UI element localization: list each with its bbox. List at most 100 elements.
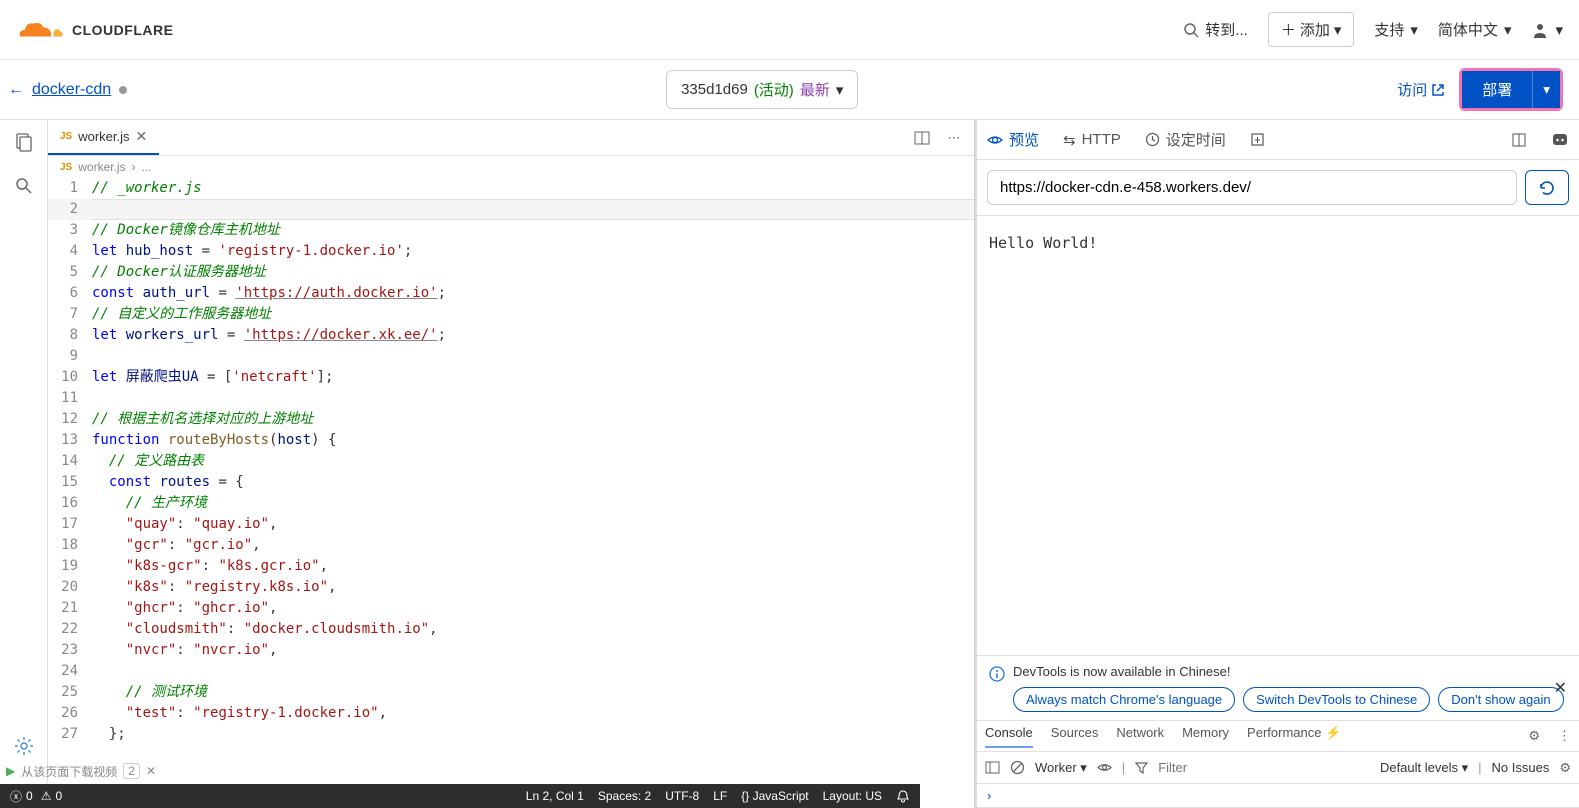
- code-line[interactable]: 9: [48, 346, 974, 367]
- code-line[interactable]: 21 "ghcr": "ghcr.io",: [48, 598, 974, 619]
- language-dropdown[interactable]: 简体中文 ▾: [1438, 19, 1512, 40]
- add-button[interactable]: ＋ 添加 ▾: [1268, 12, 1355, 47]
- cloudflare-cloud-icon: [16, 15, 66, 45]
- code-line[interactable]: 3// Docker镜像仓库主机地址: [48, 220, 974, 241]
- code-line[interactable]: 26 "test": "registry-1.docker.io",: [48, 703, 974, 724]
- context-selector[interactable]: Worker ▾: [1035, 760, 1087, 776]
- code-line[interactable]: 23 "nvcr": "nvcr.io",: [48, 640, 974, 661]
- js-file-icon: JS: [60, 162, 72, 173]
- sb-warnings[interactable]: ⚠ 0: [41, 789, 62, 803]
- tab-http[interactable]: ⇆ HTTP: [1063, 131, 1121, 149]
- close-icon[interactable]: ✕: [146, 764, 156, 778]
- tab-preview[interactable]: 预览: [987, 129, 1039, 150]
- code-line[interactable]: 2: [48, 199, 974, 220]
- notice-pill[interactable]: Always match Chrome's language: [1013, 687, 1235, 712]
- code-line[interactable]: 27 };: [48, 724, 974, 745]
- sb-bell-icon[interactable]: [896, 789, 910, 803]
- deploy-button-highlight: 部署 ▾: [1459, 68, 1563, 111]
- devtools-more-icon[interactable]: ⋮: [1558, 728, 1571, 744]
- issues-label[interactable]: No Issues: [1492, 760, 1550, 775]
- back-arrow-icon[interactable]: ←: [8, 81, 24, 99]
- sb-errors[interactable]: ⓧ 0: [10, 788, 33, 805]
- notice-message: DevTools is now available in Chinese!: [1013, 664, 1567, 679]
- devtools-settings-icon[interactable]: ⚙: [1528, 728, 1540, 744]
- code-line[interactable]: 19 "k8s-gcr": "k8s.gcr.io",: [48, 556, 974, 577]
- devtools-tab[interactable]: Sources: [1051, 725, 1099, 747]
- code-line[interactable]: 12// 根据主机名选择对应的上游地址: [48, 409, 974, 430]
- user-menu[interactable]: ▾: [1531, 21, 1563, 39]
- tab-worker-js[interactable]: JS worker.js ✕: [48, 120, 159, 155]
- docs-icon[interactable]: [1511, 132, 1527, 148]
- code-line[interactable]: 17 "quay": "quay.io",: [48, 514, 974, 535]
- sb-encoding[interactable]: UTF-8: [665, 789, 699, 803]
- sb-eol[interactable]: LF: [713, 789, 727, 803]
- console-settings-icon[interactable]: ⚙: [1559, 760, 1571, 776]
- cloudflare-logo[interactable]: CLOUDFLARE: [16, 15, 173, 45]
- preview-tabs: 预览 ⇆ HTTP 设定时间: [977, 120, 1579, 160]
- code-line[interactable]: 14 // 定义路由表: [48, 451, 974, 472]
- sb-spaces[interactable]: Spaces: 2: [598, 789, 651, 803]
- deploy-button[interactable]: 部署: [1462, 71, 1532, 108]
- devtools-tab[interactable]: Performance ⚡: [1247, 725, 1341, 747]
- sb-lang[interactable]: {} JavaScript: [741, 789, 808, 803]
- devtools-tab[interactable]: Network: [1116, 725, 1164, 747]
- code-editor[interactable]: 1// _worker.js23// Docker镜像仓库主机地址4let hu…: [48, 178, 974, 808]
- close-tab-icon[interactable]: ✕: [136, 128, 148, 145]
- breadcrumb[interactable]: JS worker.js › ...: [48, 156, 974, 178]
- info-icon: [989, 666, 1005, 682]
- discord-icon[interactable]: [1551, 131, 1569, 149]
- http-swap-icon: ⇆: [1063, 131, 1076, 149]
- code-line[interactable]: 10let 屏蔽爬虫UA = ['netcraft'];: [48, 367, 974, 388]
- visit-link[interactable]: 访问: [1397, 79, 1445, 100]
- code-line[interactable]: 24: [48, 661, 974, 682]
- devtools-tab[interactable]: Memory: [1182, 725, 1229, 747]
- code-line[interactable]: 4let hub_host = 'registry-1.docker.io';: [48, 241, 974, 262]
- code-line[interactable]: 13function routeByHosts(host) {: [48, 430, 974, 451]
- code-line[interactable]: 8let workers_url = 'https://docker.xk.ee…: [48, 325, 974, 346]
- code-line[interactable]: 18 "gcr": "gcr.io",: [48, 535, 974, 556]
- tab-more-icon[interactable]: [1250, 132, 1265, 147]
- search-activity-icon[interactable]: [12, 174, 36, 198]
- sb-position[interactable]: Ln 2, Col 1: [526, 789, 584, 803]
- settings-gear-icon[interactable]: [12, 734, 36, 758]
- code-line[interactable]: 15 const routes = {: [48, 472, 974, 493]
- unsaved-indicator-icon: [119, 86, 127, 94]
- download-video-overlay[interactable]: ▶ 从该页面下载视频 2 ✕: [0, 758, 162, 784]
- project-name-link[interactable]: docker-cdn: [32, 81, 111, 99]
- close-notice-icon[interactable]: ✕: [1554, 678, 1567, 698]
- log-levels-selector[interactable]: Default levels ▾: [1380, 760, 1468, 776]
- live-expression-icon[interactable]: [1097, 760, 1112, 775]
- split-editor-icon[interactable]: [910, 126, 934, 150]
- sb-layout[interactable]: Layout: US: [823, 789, 882, 803]
- code-line[interactable]: 1// _worker.js: [48, 178, 974, 199]
- goto-search[interactable]: 转到...: [1183, 19, 1248, 40]
- more-actions-icon[interactable]: ⋯: [942, 126, 966, 150]
- refresh-button[interactable]: [1525, 170, 1569, 205]
- filter-icon: [1135, 761, 1148, 774]
- console-toolbar: Worker ▾ | Default levels ▾ | No Issues …: [977, 752, 1579, 784]
- preview-url-input[interactable]: [987, 170, 1517, 205]
- search-icon: [1183, 22, 1199, 38]
- code-line[interactable]: 22 "cloudsmith": "docker.cloudsmith.io",: [48, 619, 974, 640]
- devtools-language-notice: DevTools is now available in Chinese! Al…: [977, 655, 1579, 720]
- version-selector[interactable]: 335d1d69 (活动) 最新 ▾: [666, 70, 858, 109]
- console-prompt[interactable]: ›: [977, 784, 1579, 808]
- tab-schedule[interactable]: 设定时间: [1145, 129, 1226, 150]
- clear-console-icon[interactable]: [1010, 760, 1025, 775]
- code-line[interactable]: 5// Docker认证服务器地址: [48, 262, 974, 283]
- notice-pill[interactable]: Switch DevTools to Chinese: [1243, 687, 1430, 712]
- caret-down-icon: ▾: [1334, 21, 1342, 39]
- deploy-dropdown[interactable]: ▾: [1532, 71, 1560, 108]
- code-line[interactable]: 7// 自定义的工作服务器地址: [48, 304, 974, 325]
- notice-pill[interactable]: Don't show again: [1438, 687, 1563, 712]
- support-dropdown[interactable]: 支持 ▾: [1374, 19, 1418, 40]
- code-line[interactable]: 16 // 生产环境: [48, 493, 974, 514]
- code-line[interactable]: 25 // 测试环境: [48, 682, 974, 703]
- code-line[interactable]: 20 "k8s": "registry.k8s.io",: [48, 577, 974, 598]
- code-line[interactable]: 6const auth_url = 'https://auth.docker.i…: [48, 283, 974, 304]
- toggle-sidebar-icon[interactable]: [985, 760, 1000, 775]
- devtools-tab[interactable]: Console: [985, 725, 1033, 748]
- explorer-icon[interactable]: [12, 130, 36, 154]
- code-line[interactable]: 11: [48, 388, 974, 409]
- console-filter-input[interactable]: [1158, 760, 1258, 775]
